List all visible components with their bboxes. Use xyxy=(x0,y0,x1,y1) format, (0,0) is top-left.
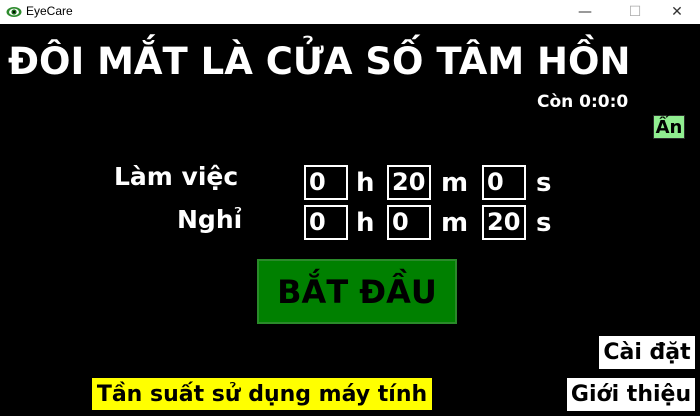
window-title: EyeCare xyxy=(26,4,73,18)
work-hours-unit: h xyxy=(356,168,375,198)
rest-minutes-unit: m xyxy=(441,208,469,238)
work-minutes-input[interactable]: 20 xyxy=(387,165,431,200)
eye-icon xyxy=(6,7,22,17)
rest-label: Nghỉ xyxy=(177,205,243,234)
about-button[interactable]: Giới thiệu xyxy=(567,378,695,411)
countdown-label: Còn 0:0:0 xyxy=(537,92,629,112)
maximize-button[interactable]: ☐ xyxy=(612,0,658,24)
work-minutes-unit: m xyxy=(441,168,469,198)
close-button[interactable]: ✕ xyxy=(654,0,700,24)
title-bar: EyeCare — ☐ ✕ xyxy=(0,0,700,24)
headline: ĐÔI MẮT LÀ CỬA SỐ TÂM HỒN xyxy=(8,40,631,83)
rest-hours-unit: h xyxy=(356,208,375,238)
work-seconds-input[interactable]: 0 xyxy=(482,165,526,200)
settings-button[interactable]: Cài đặt xyxy=(599,336,695,369)
rest-seconds-unit: s xyxy=(536,208,552,238)
work-hours-input[interactable]: 0 xyxy=(304,165,348,200)
work-seconds-unit: s xyxy=(536,168,552,198)
rest-minutes-input[interactable]: 0 xyxy=(387,205,431,240)
work-label: Làm việc xyxy=(114,162,239,191)
hide-button[interactable]: Ẩn xyxy=(653,115,685,139)
rest-seconds-input[interactable]: 20 xyxy=(482,205,526,240)
usage-frequency-button[interactable]: Tần suất sử dụng máy tính xyxy=(92,378,432,410)
rest-hours-input[interactable]: 0 xyxy=(304,205,348,240)
minimize-button[interactable]: — xyxy=(562,0,608,24)
start-button[interactable]: BẮT ĐẦU xyxy=(257,259,457,324)
